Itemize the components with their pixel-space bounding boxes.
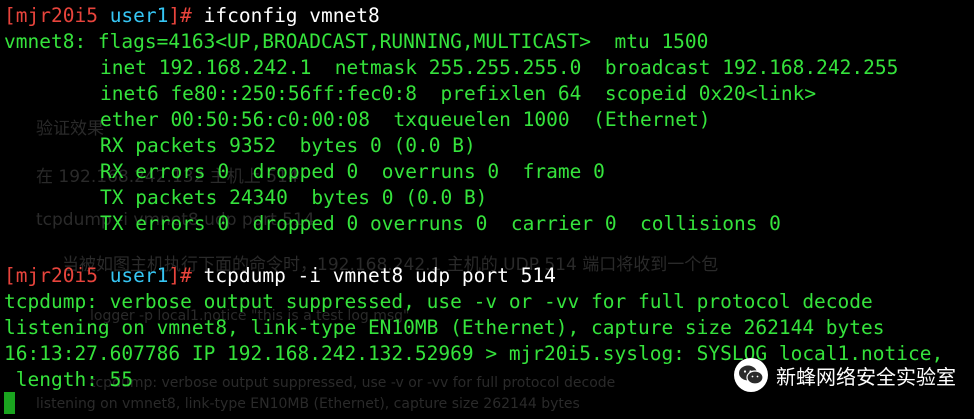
command-text: ifconfig vmnet8 xyxy=(203,4,380,27)
prompt-line: [mjr20i5 user1]# ifconfig vmnet8 xyxy=(4,3,380,29)
output-line: listening on vmnet8, link-type EN10MB (E… xyxy=(4,316,885,339)
output-line: TX packets 24340 bytes 0 (0.0 B) xyxy=(100,186,488,209)
command-text: tcpdump -i vmnet8 udp port 514 xyxy=(203,264,556,287)
prompt-user: user1 xyxy=(109,264,169,287)
output-line: inet 192.168.242.1 netmask 255.255.255.0… xyxy=(100,56,899,79)
output-line: vmnet8: flags=4163<UP,BROADCAST,RUNNING,… xyxy=(4,30,709,53)
prompt-line: [mjr20i5 user1]# tcpdump -i vmnet8 udp p… xyxy=(4,263,556,289)
output-line: RX packets 9352 bytes 0 (0.0 B) xyxy=(100,134,476,157)
terminal-cursor xyxy=(4,392,15,414)
prompt-close: ]# xyxy=(168,264,192,287)
output-line: TX errors 0 dropped 0 overruns 0 carrier… xyxy=(100,212,781,235)
output-line: inet6 fe80::250:56ff:fec0:8 prefixlen 64… xyxy=(100,82,817,105)
output-line: tcpdump: verbose output suppressed, use … xyxy=(4,290,873,313)
watermark-text: 新蜂网络安全实验室 xyxy=(776,364,956,389)
output-line: RX errors 0 dropped 0 overruns 0 frame 0 xyxy=(100,160,605,183)
prompt-host: mjr20i5 xyxy=(15,4,98,27)
output-line: ether 00:50:56:c0:00:08 txqueuelen 1000 … xyxy=(100,108,711,131)
prompt-user: user1 xyxy=(109,4,169,27)
watermark: 新蜂网络安全实验室 xyxy=(734,355,956,395)
prompt-open: [ xyxy=(4,264,16,287)
prompt-open: [ xyxy=(4,4,16,27)
prompt-close: ]# xyxy=(168,4,192,27)
wechat-icon xyxy=(734,358,768,392)
prompt-host: mjr20i5 xyxy=(15,264,98,287)
output-line: length: 55 xyxy=(4,368,134,391)
